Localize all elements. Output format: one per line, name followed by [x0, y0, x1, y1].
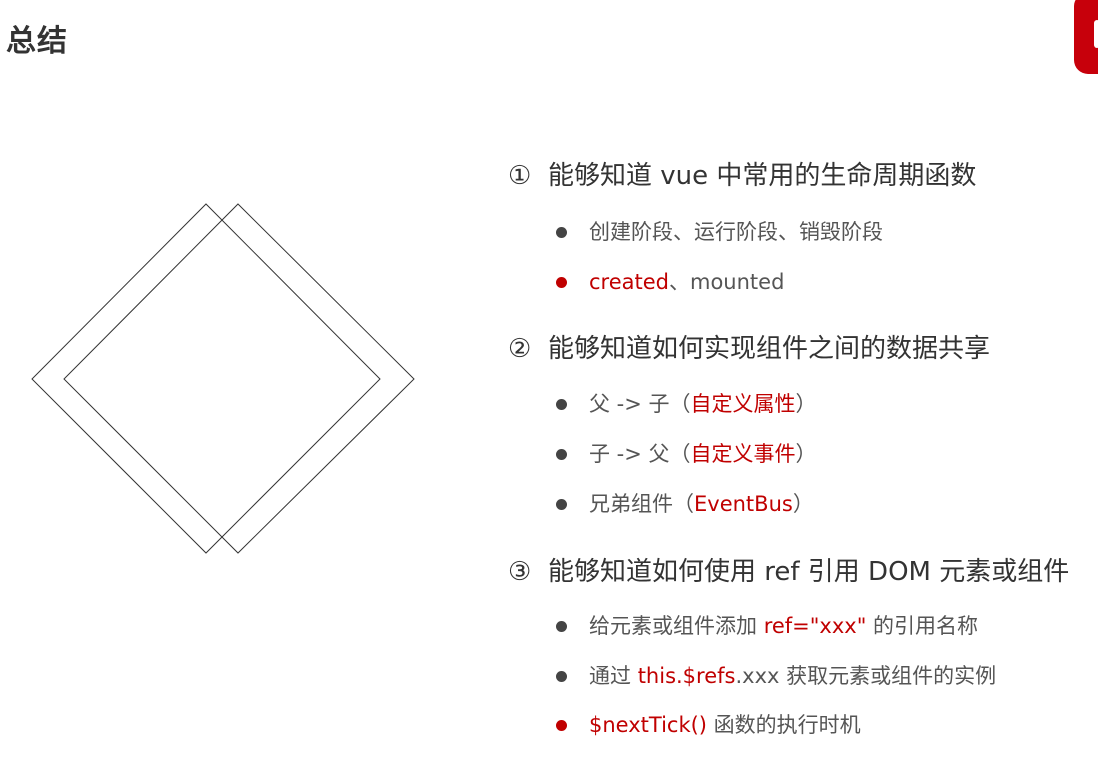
bullet-text: 创建阶段、运行阶段、销毁阶段 [589, 220, 883, 244]
bullet-text: 的引用名称 [866, 614, 979, 638]
logo-mark-icon [1094, 20, 1098, 48]
bullet-dot-icon [556, 671, 567, 682]
bullet-dot-icon [556, 399, 567, 410]
bullet-highlight: created [589, 270, 669, 294]
bullet-dot-icon [556, 621, 567, 632]
bullet-highlight: this.$refs [637, 664, 736, 688]
bullet-text: 兄弟组件（ [589, 492, 694, 516]
bullet-dot-icon [556, 499, 567, 510]
bullet-dot-icon [556, 227, 567, 238]
bullet-text: ） [795, 442, 817, 466]
section-heading-text: 能够知道 vue 中常用的生命周期函数 [548, 161, 977, 191]
bullet-highlight: 自定义事件 [690, 442, 796, 466]
bullet-dot-icon [556, 720, 567, 731]
section-heading-data-sharing: ② 能够知道如何实现组件之间的数据共享 [508, 328, 990, 365]
section-number: ① [508, 161, 532, 191]
bullet-text: 、mounted [669, 270, 785, 294]
bullet-text: 通过 [589, 664, 638, 688]
section-number: ③ [508, 557, 532, 587]
section-number: ② [508, 334, 532, 364]
bullet-highlight: $nextTick() [589, 713, 707, 737]
bullet-text: 子 -> 父（ [589, 442, 691, 466]
section-heading-text: 能够知道如何使用 ref 引用 DOM 元素或组件 [548, 557, 1070, 587]
section-heading-lifecycle: ① 能够知道 vue 中常用的生命周期函数 [508, 155, 976, 192]
corner-logo-badge [1074, 0, 1098, 74]
bullet-highlight: 自定义属性 [690, 392, 796, 416]
bullet-dot-icon [556, 277, 567, 288]
bullet-text: .xxx 获取元素或组件的实例 [735, 664, 997, 688]
bullet-text: ） [795, 392, 817, 416]
section-heading-ref: ③ 能够知道如何使用 ref 引用 DOM 元素或组件 [508, 551, 1069, 588]
bullet-dot-icon [556, 449, 567, 460]
bullet-text: 给元素或组件添加 [589, 614, 764, 638]
diamond-outline-right [63, 203, 415, 554]
page-title: 总结 [6, 24, 68, 59]
section-heading-text: 能够知道如何实现组件之间的数据共享 [548, 334, 991, 364]
decorative-diamonds [31, 203, 415, 554]
bullet-highlight: EventBus [694, 492, 793, 516]
bullet-text: 函数的执行时机 [707, 713, 861, 737]
diamond-outline-left [31, 203, 381, 554]
bullet-highlight: ref="xxx" [763, 614, 867, 638]
bullet-text: 父 -> 子（ [589, 392, 691, 416]
bullet-text: ） [792, 492, 814, 516]
